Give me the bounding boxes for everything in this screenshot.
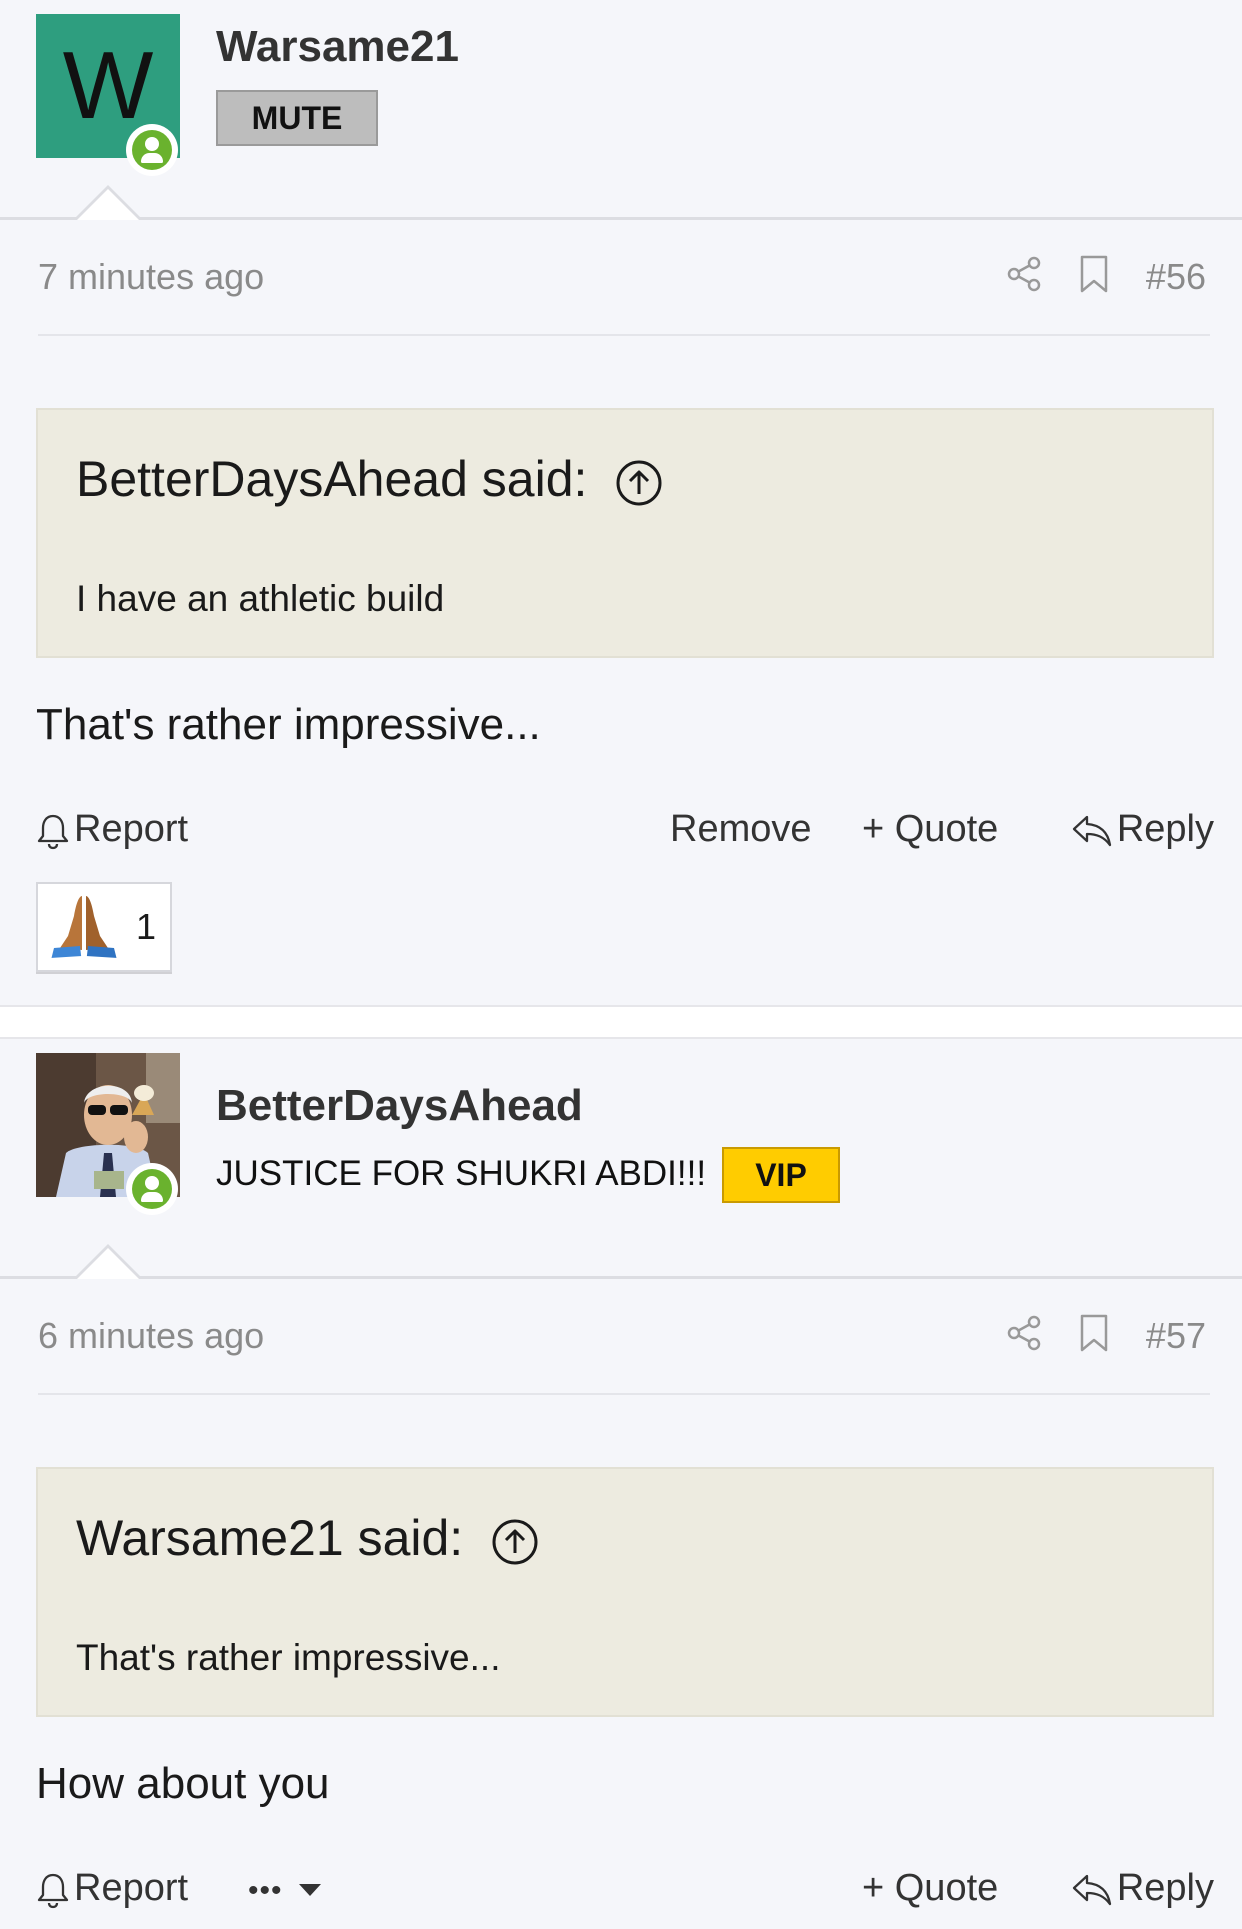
quote-author-label[interactable]: Warsame21 said:: [76, 1510, 463, 1566]
divider: [0, 217, 1242, 220]
share-icon[interactable]: [1004, 254, 1044, 294]
reply-label: Reply: [1116, 1867, 1214, 1909]
post-header: W Warsame21 MUTE: [0, 0, 1242, 220]
reply-arrow-icon: [1072, 815, 1111, 847]
reaction-count: 1: [136, 906, 157, 947]
remove-button[interactable]: Remove: [670, 808, 812, 851]
timestamp[interactable]: 6 minutes ago: [38, 1315, 264, 1357]
more-dots-label: •••: [248, 1874, 283, 1907]
quote-author-label[interactable]: BetterDaysAhead said:: [76, 451, 587, 507]
reply-arrow-icon: [1072, 1874, 1111, 1906]
more-options-button[interactable]: •••: [248, 1867, 327, 1910]
reply-button[interactable]: Reply: [1071, 808, 1214, 851]
report-button[interactable]: Report: [36, 1867, 188, 1910]
quote-button[interactable]: + Quote: [862, 808, 998, 851]
caret-down-icon: [299, 1883, 322, 1896]
mute-badge[interactable]: MUTE: [216, 90, 378, 146]
quote-author[interactable]: BetterDaysAhead said:: [76, 450, 663, 508]
post-actions: Report ••• + Quote Reply: [36, 1867, 1214, 1923]
user-title: JUSTICE FOR SHUKRI ABDI!!!: [216, 1154, 707, 1193]
bell-icon: [37, 814, 69, 850]
quote-text: I have an athletic build: [76, 578, 445, 619]
post-header: BetterDaysAhead JUSTICE FOR SHUKRI ABDI!…: [0, 1039, 1242, 1279]
message-body: That's rather impressive...: [36, 700, 541, 749]
post-actions: Report Remove + Quote Reply: [36, 808, 1214, 864]
divider: [0, 1276, 1242, 1279]
quote-block: Warsame21 said: That's rather impressive…: [36, 1467, 1214, 1717]
bookmark-icon[interactable]: [1078, 1313, 1110, 1353]
avatar[interactable]: W: [36, 14, 180, 176]
post-meta: 6 minutes ago #57: [38, 1309, 1210, 1395]
share-icon[interactable]: [1004, 1313, 1044, 1353]
quote-block: BetterDaysAhead said: I have an athletic…: [36, 408, 1214, 658]
post-57: BetterDaysAhead JUSTICE FOR SHUKRI ABDI!…: [0, 1037, 1242, 1929]
username[interactable]: BetterDaysAhead: [216, 1081, 583, 1131]
reaction-chip[interactable]: 1: [36, 882, 172, 972]
arrow-up-circle-icon[interactable]: [615, 459, 663, 507]
post-meta: 7 minutes ago #56: [38, 250, 1210, 336]
online-status-icon: [126, 124, 178, 176]
caret-pointer: [74, 1244, 142, 1279]
quote-button[interactable]: + Quote: [862, 1867, 998, 1910]
bookmark-icon[interactable]: [1078, 254, 1110, 294]
post-number[interactable]: #57: [1146, 1315, 1206, 1357]
quote-author[interactable]: Warsame21 said:: [76, 1509, 539, 1567]
post-separator: [0, 1005, 1242, 1037]
bell-icon: [37, 1873, 69, 1909]
post-number[interactable]: #56: [1146, 256, 1206, 298]
report-label: Report: [74, 1867, 189, 1909]
quote-text: That's rather impressive...: [76, 1637, 501, 1678]
caret-pointer: [74, 185, 142, 220]
message-body: How about you: [36, 1759, 330, 1808]
post-56: W Warsame21 MUTE 7 minutes ago #56 Bette…: [0, 0, 1242, 1005]
report-button[interactable]: Report: [36, 808, 188, 851]
avatar[interactable]: [36, 1053, 180, 1215]
report-label: Report: [74, 808, 189, 850]
reply-button[interactable]: Reply: [1071, 1867, 1214, 1910]
folded-hands-icon: [50, 896, 118, 964]
username[interactable]: Warsame21: [216, 22, 459, 72]
reply-label: Reply: [1116, 808, 1214, 850]
vip-badge[interactable]: VIP: [722, 1147, 840, 1203]
timestamp[interactable]: 7 minutes ago: [38, 256, 264, 298]
online-status-icon: [126, 1163, 178, 1215]
arrow-up-circle-icon[interactable]: [491, 1518, 539, 1566]
